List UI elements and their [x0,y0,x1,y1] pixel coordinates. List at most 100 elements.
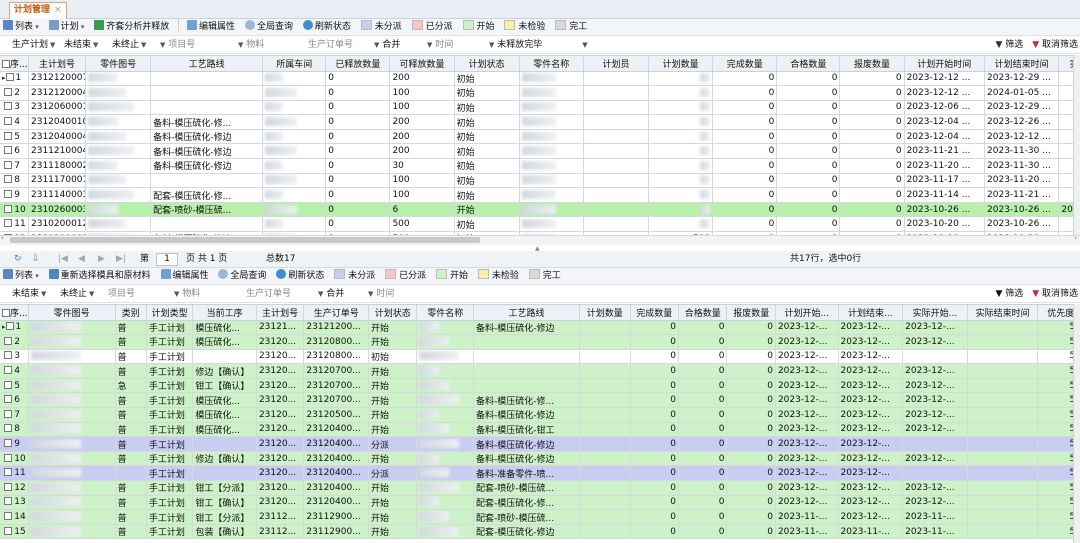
part-drawing-cell[interactable] [85,85,152,101]
ok-qty-cell[interactable]: 0 [678,509,728,525]
scrap-qty-cell[interactable]: 0 [726,407,776,423]
row-select-cell[interactable]: 6 [0,143,29,160]
plan-end-cell[interactable]: 2023-12-... [838,334,904,350]
part-drawing-cell[interactable] [28,349,116,365]
category-cell[interactable]: 普 [115,436,147,452]
row-checkbox[interactable] [4,351,13,360]
plan-status-cell[interactable]: 初始 [454,85,520,101]
ok-qty-cell[interactable]: 0 [678,320,728,336]
scrap-qty-cell[interactable]: 0 [839,85,905,101]
part-name-cell[interactable] [519,129,584,145]
scrap-qty-cell[interactable]: 0 [726,378,776,394]
route-cell[interactable]: 配套-模压硫化-修边 [473,524,581,540]
done-qty-cell[interactable]: 0 [630,392,680,409]
priority-cell[interactable]: 50 [1037,363,1073,379]
category-cell[interactable]: 普 [115,422,147,438]
plan-status-cell[interactable]: 初始 [454,129,520,145]
planner-cell[interactable] [583,216,650,233]
current-operation-cell[interactable]: 模压硫化... [192,422,257,438]
done-qty-cell[interactable]: 0 [712,85,778,101]
column-header[interactable]: 计划数量 [648,56,714,72]
part-name-cell[interactable] [519,216,584,233]
plan-type-cell[interactable]: 手工计划 [146,334,194,350]
plan-start-cell[interactable]: 2023-12-... [775,451,839,467]
column-header[interactable]: 工艺路线 [473,305,581,321]
order-number-cell[interactable]: 23120800... [303,349,370,365]
part-name-cell[interactable] [416,465,475,482]
route-cell[interactable]: 备料-模压硫化-修... [150,114,264,130]
category-cell[interactable] [115,465,147,482]
part-name-cell[interactable] [519,71,584,87]
scrap-qty-cell[interactable]: 0 [839,143,905,160]
plan-start-cell[interactable]: 2023-12-04 ... [904,114,986,130]
done-qty-cell[interactable]: 0 [712,114,778,130]
route-cell[interactable]: 备料-准备零件-喷... [473,465,581,482]
table-row[interactable]: 15 普手工计划 包装【确认】 23112... 23112900... 开始 配套-模压硫… [0,524,1073,540]
order-number-cell[interactable]: 23120700... [303,392,370,409]
row-checkbox[interactable] [4,497,13,506]
done-qty-cell[interactable]: 0 [630,349,680,365]
table-row[interactable]: 13 普手工计划 钳工【确认】 23120... 23120400... 开始 配套-模压硫… [0,495,1073,511]
plan-status-cell[interactable]: 开始 [368,480,418,496]
plan-qty-cell[interactable] [579,495,631,511]
plan-end-cell[interactable]: 2023-12-29 ... [984,100,1060,116]
route-cell[interactable]: 备料-模压硫化-修边 [150,158,264,174]
filter-button[interactable]: ▼ 筛选 [996,40,1024,50]
route-cell[interactable] [150,71,264,87]
part-drawing-cell[interactable] [85,187,152,203]
plan-start-cell[interactable]: 2023-12-... [775,320,839,336]
row-checkbox[interactable] [4,336,13,345]
row-checkbox[interactable] [4,175,13,184]
analyze-release-button[interactable]: 齐套分析并释放 [91,19,173,35]
part-name-cell[interactable] [416,524,475,540]
route-cell[interactable] [150,216,264,233]
plan-start-cell[interactable]: 2023-11-17 ... [904,173,986,189]
plan-end-cell[interactable]: 2023-11-20 ... [984,173,1060,189]
row-checkbox[interactable] [4,146,13,155]
plan-status-cell[interactable]: 开始 [368,524,418,540]
actual-start-cell[interactable]: 2023-12-... [902,451,968,467]
actual-start-cell[interactable]: 2023-12-... [902,320,968,336]
plan-type-cell[interactable]: 手工计划 [146,320,194,336]
main-plan-cell[interactable]: 23120... [256,407,305,423]
table-row[interactable]: 9 普手工计划 23120... 23120400... 分派 备料-模压硫化-修边 0 0 0… [0,436,1073,452]
part-name-cell[interactable] [416,436,475,452]
table-row[interactable]: 6 普手工计划 模压硫化... 23120... 23120700... 开始 备料-模压硫… [0,392,1073,409]
order-number-cell[interactable]: 23112900... [303,524,370,540]
actual-end-cell[interactable] [967,465,1039,482]
part-name-cell[interactable] [519,158,584,174]
plan-end-cell[interactable]: 2023-12-... [838,465,904,482]
route-cell[interactable] [473,363,581,379]
workshop-cell[interactable] [262,129,327,145]
releasable-qty-cell[interactable]: 100 [389,187,455,203]
scroll-left-icon[interactable]: ‹ [1,234,4,242]
actual-start-cell[interactable] [1058,114,1073,130]
row-select-cell[interactable]: 3 [0,100,29,116]
planner-cell[interactable] [583,202,650,218]
part-drawing-cell[interactable] [85,202,152,218]
plan-qty-cell[interactable] [579,407,631,423]
category-cell[interactable]: 普 [115,407,147,423]
part-name-cell[interactable] [519,187,584,203]
actual-start-cell[interactable]: 2023-12-... [902,392,968,409]
plan-type-cell[interactable]: 手工计划 [146,392,194,409]
plan-end-cell[interactable]: 2023-12-26 ... [984,114,1060,130]
row-checkbox[interactable] [4,160,13,169]
done-qty-cell[interactable]: 0 [712,187,778,203]
plan-qty-cell[interactable] [579,436,631,452]
part-drawing-cell[interactable] [85,158,152,174]
list-button[interactable]: 列表 ▾ [0,19,43,35]
actual-start-cell[interactable] [1058,173,1073,189]
route-cell[interactable] [473,349,581,365]
actual-start-cell[interactable] [1058,100,1073,116]
plan-start-cell[interactable]: 2023-12-... [775,480,839,496]
row-select-cell[interactable]: 7 [0,407,29,423]
table-row[interactable]: 8 2311170001 0 100 初始 0 0 0 2023-11-17 ... 2023-1… [0,173,1073,189]
reselect-mold-button[interactable]: 重新选择模具和原材料 [46,268,155,284]
ok-qty-cell[interactable]: 0 [776,216,841,233]
releasable-qty-cell[interactable]: 100 [389,100,455,116]
releasable-qty-cell[interactable]: 500 [389,216,455,233]
plan-start-cell[interactable]: 2023-12-12 ... [904,71,986,87]
priority-cell[interactable]: 50 [1037,480,1073,496]
ok-qty-cell[interactable]: 0 [678,392,728,409]
